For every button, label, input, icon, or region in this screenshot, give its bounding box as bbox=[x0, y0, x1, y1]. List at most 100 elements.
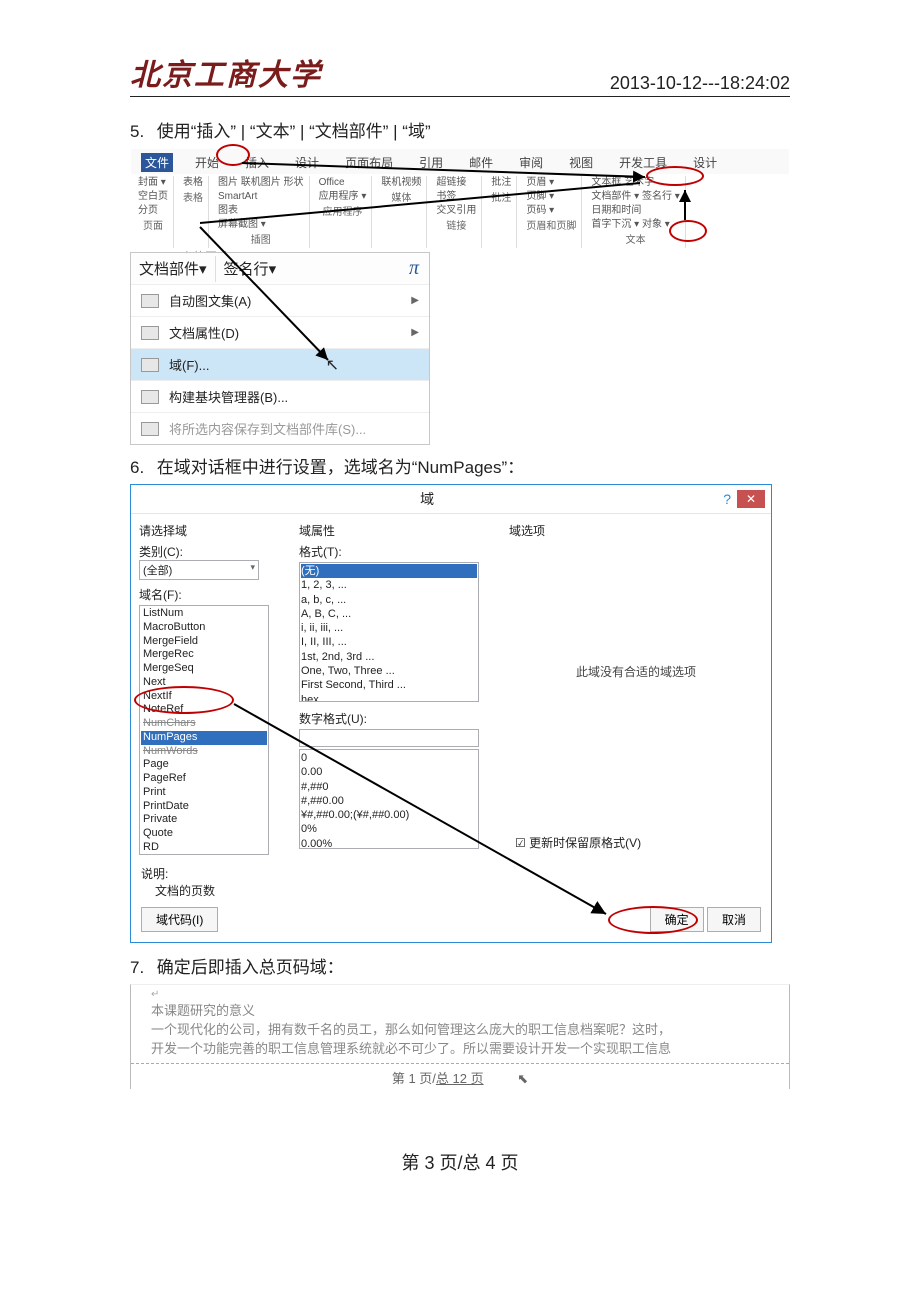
list-numformats[interactable]: 00.00#,##0 #,##0.00¥#,##0.00;(¥#,##0.00)… bbox=[299, 749, 479, 849]
grp-text: 文本 bbox=[591, 234, 679, 248]
field-icon bbox=[141, 358, 159, 372]
tab-ref[interactable]: 引用 bbox=[415, 153, 447, 172]
help-icon[interactable]: ? bbox=[717, 491, 737, 507]
grp-page: 页面 bbox=[138, 220, 168, 234]
page-footer: 第 3 页/总 4 页 bbox=[130, 1149, 790, 1175]
menu-save-selection: 将所选内容保存到文档部件库(S)... bbox=[131, 412, 429, 444]
no-options-msg: 此域没有合适的域选项 bbox=[509, 543, 763, 830]
step-6: 6. 在域对话框中进行设置，选域名为“NumPages”： bbox=[130, 453, 790, 478]
dialog-title: 域 bbox=[137, 489, 717, 509]
page-header: 北京工商大学 2013-10-12---18:24:02 bbox=[130, 50, 790, 97]
highlight-oval-ok bbox=[608, 906, 698, 934]
step-5: 5. 使用“插入” | “文本” | “文档部件” | “域” bbox=[130, 117, 790, 142]
bbmanager-icon bbox=[141, 390, 159, 404]
grp-app: 应用程序 bbox=[319, 206, 367, 220]
quickparts-menu: 文档部件 ▾ 签名行 ▾ π 自动图文集(A)▶ 文档属性(D)▶ 域(F)..… bbox=[130, 252, 430, 445]
step-6-num: 6. bbox=[130, 458, 152, 478]
btn-apps[interactable]: 应用程序 ▾ bbox=[319, 190, 367, 204]
btn-cover[interactable]: 封面 ▾ bbox=[138, 176, 168, 190]
ribbon-screenshot: 文件 开始 插入 设计 页面布局 引用 邮件 审阅 视图 开发工具 设计 封面 … bbox=[130, 148, 790, 248]
highlight-oval-numpages bbox=[134, 686, 234, 714]
btn-smartart[interactable]: SmartArt bbox=[218, 191, 257, 202]
btn-onlinepic[interactable]: 联机图片 bbox=[241, 177, 281, 188]
btn-object[interactable]: 对象 ▾ bbox=[642, 219, 670, 230]
label-category: 类别(C): bbox=[139, 543, 283, 560]
btn-comment[interactable]: 批注 bbox=[491, 176, 511, 190]
btn-textbox[interactable]: 文本框 bbox=[591, 177, 621, 188]
label-format: 格式(T): bbox=[299, 543, 493, 560]
btn-screenshot[interactable]: 屏幕截图 ▾ bbox=[218, 219, 266, 230]
label-fieldname: 域名(F): bbox=[139, 586, 283, 603]
input-numformat[interactable] bbox=[299, 729, 479, 747]
cursor-icon-2: ⬉ bbox=[517, 1071, 528, 1086]
menu-btn-sigline[interactable]: 签名行 ▾ bbox=[216, 253, 285, 284]
chk-preserve-format[interactable]: ☑ 更新时保留原格式(V) bbox=[509, 830, 763, 855]
btn-break[interactable]: 分页 bbox=[138, 204, 168, 218]
grp-media: 媒体 bbox=[381, 192, 421, 206]
sample-line-3: 开发一个功能完善的职工信息管理系统就必不可少了。所以需要设计开发一个实现职工信息 bbox=[151, 1038, 769, 1057]
close-icon[interactable]: ✕ bbox=[737, 490, 765, 508]
btn-bookmark[interactable]: 书签 bbox=[436, 190, 476, 204]
result-sample: ↵ 本课题研究的意义 一个现代化的公司，拥有数千名的员工，那么如何管理这么庞大的… bbox=[130, 984, 790, 1089]
menu-docprop[interactable]: 文档属性(D)▶ bbox=[131, 316, 429, 348]
btn-sigline[interactable]: 签名行 ▾ bbox=[642, 191, 680, 202]
menu-autotext[interactable]: 自动图文集(A)▶ bbox=[131, 284, 429, 316]
step-7: 7. 确定后即插入总页码域： bbox=[130, 953, 790, 978]
tab-layout[interactable]: 页面布局 bbox=[341, 153, 397, 172]
university-logo: 北京工商大学 bbox=[130, 50, 322, 94]
dialog-titlebar: 域 ? ✕ bbox=[131, 485, 771, 514]
tab-review[interactable]: 审阅 bbox=[515, 153, 547, 172]
save-icon bbox=[141, 422, 159, 436]
grp-comment: 批注 bbox=[491, 192, 511, 206]
sec-field-props: 域属性 bbox=[299, 522, 493, 539]
step-7-num: 7. bbox=[130, 958, 152, 978]
menu-field[interactable]: 域(F)...↖ bbox=[131, 348, 429, 380]
field-dialog: 域 ? ✕ 请选择域 类别(C): (全部)▾ 域名(F): ListNumMa… bbox=[130, 484, 772, 943]
combo-category[interactable]: (全部)▾ bbox=[139, 560, 259, 580]
list-item-numpages: NumPages bbox=[141, 731, 267, 745]
autotext-icon bbox=[141, 294, 159, 308]
tab-mail[interactable]: 邮件 bbox=[465, 153, 497, 172]
label-desc: 说明: bbox=[141, 865, 761, 882]
sample-line-2: 一个现代化的公司，拥有数千名的员工，那么如何管理这么庞大的职工信息档案呢？这时， bbox=[151, 1019, 769, 1038]
grp-link: 链接 bbox=[436, 220, 476, 234]
grp-illus: 插图 bbox=[218, 234, 304, 248]
btn-datetime[interactable]: 日期和时间 bbox=[591, 205, 641, 216]
btn-header[interactable]: 页眉 ▾ bbox=[526, 176, 576, 190]
btn-pic[interactable]: 图片 bbox=[218, 177, 238, 188]
menu-bbmanager[interactable]: 构建基块管理器(B)... bbox=[131, 380, 429, 412]
btn-field-codes[interactable]: 域代码(I) bbox=[141, 907, 218, 932]
btn-hyperlink[interactable]: 超链接 bbox=[436, 176, 476, 190]
btn-table[interactable]: 表格 bbox=[183, 176, 203, 190]
btn-quickparts[interactable]: 文档部件 ▾ bbox=[591, 191, 639, 202]
btn-dropcap[interactable]: 首字下沉 ▾ bbox=[591, 219, 639, 230]
sample-footer: 第 1 页/总 12 页 ⬉ bbox=[151, 1064, 769, 1089]
sec-select-field: 请选择域 bbox=[139, 522, 283, 539]
step-7-text: 确定后即插入总页码域： bbox=[157, 958, 344, 977]
step-5-num: 5. bbox=[130, 122, 152, 142]
desc-text: 文档的页数 bbox=[141, 882, 761, 899]
tab-file[interactable]: 文件 bbox=[141, 153, 173, 172]
highlight-oval-textgroup bbox=[669, 220, 707, 242]
btn-office[interactable]: Office bbox=[319, 176, 367, 190]
btn-chart[interactable]: 图表 bbox=[218, 205, 238, 216]
highlight-oval-quickparts bbox=[646, 166, 704, 186]
btn-cancel[interactable]: 取消 bbox=[707, 907, 761, 932]
highlight-oval-insert bbox=[216, 144, 250, 166]
tab-view[interactable]: 视图 bbox=[565, 153, 597, 172]
tab-design1[interactable]: 设计 bbox=[291, 153, 323, 172]
btn-pagenum[interactable]: 页码 ▾ bbox=[526, 204, 576, 218]
btn-footer[interactable]: 页脚 ▾ bbox=[526, 190, 576, 204]
btn-xref[interactable]: 交叉引用 bbox=[436, 204, 476, 218]
btn-shape[interactable]: 形状 bbox=[284, 177, 304, 188]
label-numformat: 数字格式(U): bbox=[299, 710, 493, 727]
docprop-icon bbox=[141, 326, 159, 340]
menu-btn-quickparts[interactable]: 文档部件 ▾ bbox=[131, 253, 215, 284]
list-formats[interactable]: (无)1, 2, 3, ...a, b, c, ... A, B, C, ...… bbox=[299, 562, 479, 702]
list-fieldnames[interactable]: ListNumMacroButtonMergeField MergeRecMer… bbox=[139, 605, 269, 855]
grp-hdr: 页眉和页脚 bbox=[526, 220, 576, 234]
btn-blank[interactable]: 空白页 bbox=[138, 190, 168, 204]
btn-video[interactable]: 联机视频 bbox=[381, 176, 421, 190]
step-5-text: 使用“插入” | “文本” | “文档部件” | “域” bbox=[157, 122, 431, 141]
timestamp: 2013-10-12---18:24:02 bbox=[610, 73, 790, 94]
